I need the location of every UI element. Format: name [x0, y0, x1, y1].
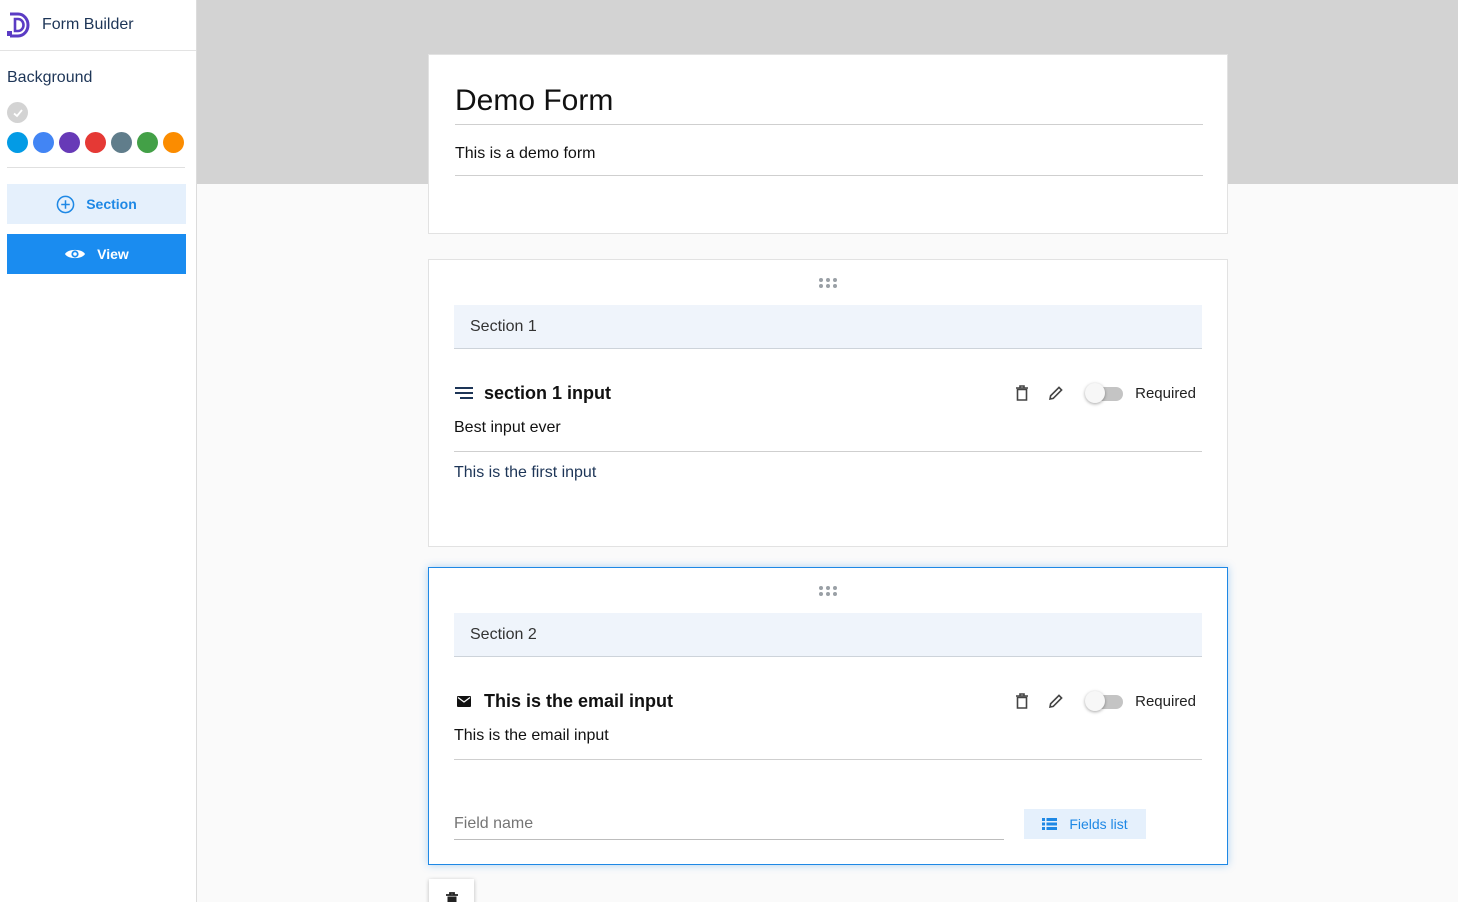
required-toggle[interactable]: [1085, 691, 1124, 711]
required-toggle[interactable]: [1085, 383, 1124, 403]
app-title: Form Builder: [42, 16, 134, 33]
pencil-icon[interactable]: [1047, 692, 1065, 710]
trash-icon: [445, 892, 458, 902]
swatch-grey[interactable]: [111, 132, 132, 153]
background-label: Background: [7, 69, 93, 86]
field-title: section 1 input: [484, 382, 612, 403]
field-header: This is the email input Required: [454, 688, 1202, 714]
trash-icon[interactable]: [1013, 384, 1031, 402]
check-icon: [12, 108, 23, 117]
eye-icon: [65, 249, 86, 259]
swatch-orange[interactable]: [163, 132, 184, 153]
trash-icon[interactable]: [1013, 692, 1031, 710]
form-header-card: Demo Form This is a demo form: [428, 54, 1228, 234]
view-button[interactable]: View: [7, 234, 186, 274]
field-value-input[interactable]: Best input ever: [454, 419, 1202, 452]
swatch-default-selected[interactable]: [7, 102, 28, 123]
fields-list-button[interactable]: Fields list: [1024, 809, 1146, 839]
field-header: section 1 input Required: [454, 380, 1202, 406]
sidebar: Form Builder Background Section View: [0, 0, 197, 902]
section-title-input[interactable]: Section 1: [454, 305, 1202, 349]
form-description-input[interactable]: This is a demo form: [455, 145, 1203, 176]
fields-list-label: Fields list: [1069, 816, 1128, 832]
field-actions: Required: [997, 380, 1196, 406]
drag-handle-icon[interactable]: [819, 586, 837, 598]
plus-circle-icon: [56, 195, 75, 213]
brand-header: Form Builder: [0, 0, 196, 51]
pencil-icon[interactable]: [1047, 384, 1065, 402]
color-swatches: [7, 132, 196, 153]
required-label: Required: [1135, 384, 1196, 402]
sidebar-divider: [7, 167, 185, 168]
section-card-2: Section 2 This is the email input Requir…: [428, 567, 1228, 865]
field-title: This is the email input: [484, 690, 674, 711]
swatch-light-blue[interactable]: [7, 132, 28, 153]
list-icon: [1042, 818, 1058, 830]
field-actions: Required: [997, 688, 1196, 714]
add-section-label: Section: [86, 196, 137, 212]
d-logo-icon: [7, 12, 30, 38]
swatch-blue[interactable]: [33, 132, 54, 153]
field-value-input[interactable]: This is the email input: [454, 727, 1202, 760]
add-section-button[interactable]: Section: [7, 184, 186, 224]
required-label: Required: [1135, 692, 1196, 710]
field-description: This is the first input: [454, 464, 597, 481]
field-name-input[interactable]: [454, 808, 1004, 840]
text-lines-icon: [454, 383, 474, 403]
view-label: View: [97, 246, 129, 262]
section-title-input[interactable]: Section 2: [454, 613, 1202, 657]
swatch-green[interactable]: [137, 132, 158, 153]
form-title-input[interactable]: Demo Form: [455, 83, 1203, 125]
swatch-red[interactable]: [85, 132, 106, 153]
drag-handle-icon[interactable]: [819, 278, 837, 290]
delete-section-button[interactable]: [429, 879, 474, 902]
swatch-purple[interactable]: [59, 132, 80, 153]
email-icon: [454, 691, 474, 711]
section-card-1: Section 1 section 1 input Required Best …: [428, 259, 1228, 547]
